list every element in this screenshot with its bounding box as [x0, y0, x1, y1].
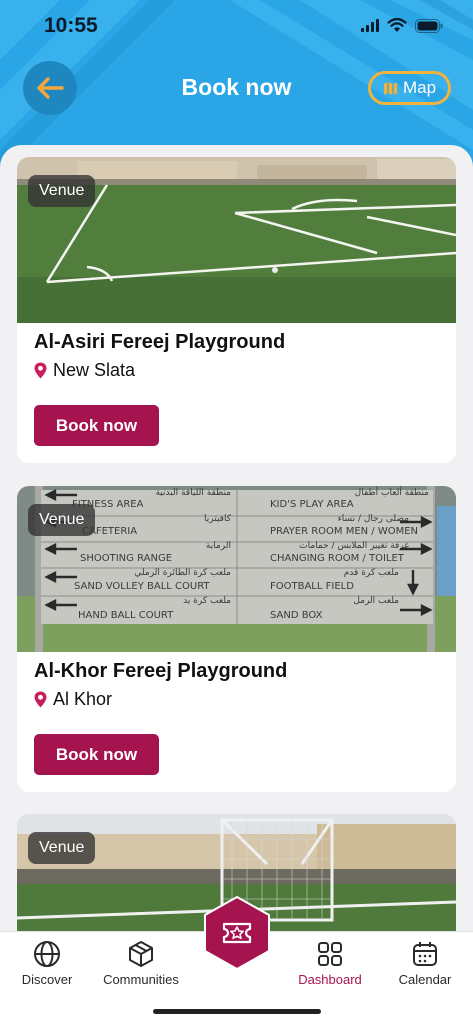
- book-now-button[interactable]: Book now: [34, 734, 159, 775]
- book-now-button[interactable]: Book now: [34, 405, 159, 446]
- venue-title: Al-Asiri Fereej Playground: [34, 331, 286, 353]
- location-pin-icon: [34, 362, 47, 379]
- venue-badge: Venue: [28, 175, 96, 207]
- venue-location-label: Al Khor: [53, 689, 113, 709]
- signal-icon: [361, 19, 379, 32]
- map-icon: [383, 81, 397, 95]
- venue-badge: Venue: [28, 504, 96, 536]
- grid-icon: [318, 942, 342, 966]
- venue-location: Al Khor: [34, 689, 112, 710]
- nav-calendar[interactable]: Calendar: [380, 936, 470, 987]
- status-bar: 10:55: [0, 0, 473, 54]
- calendar-icon: [413, 942, 437, 966]
- venue-list[interactable]: Venue Al-Asiri Fereej Playground New Sla…: [0, 145, 473, 945]
- cube-icon: [129, 941, 153, 967]
- globe-icon: [34, 941, 60, 967]
- nav-dashboard[interactable]: Dashboard: [285, 936, 375, 987]
- nav-label: Calendar: [398, 972, 452, 987]
- venue-badge: Venue: [28, 832, 96, 864]
- nav-label: Discover: [21, 972, 73, 987]
- status-icons: [361, 18, 443, 33]
- status-time: 10:55: [44, 14, 98, 37]
- nav-communities[interactable]: Communities: [96, 936, 186, 987]
- venue-card[interactable]: منطقة اللياقة البدنية منطقة ألعاب أطفال …: [17, 486, 456, 792]
- battery-icon: [415, 18, 443, 33]
- venue-card[interactable]: Venue Al-Asiri Fereej Playground New Sla…: [17, 157, 456, 463]
- location-pin-icon: [34, 691, 47, 708]
- center-action-button[interactable]: [201, 895, 273, 971]
- nav-label: Dashboard: [298, 972, 362, 987]
- map-button-label: Map: [402, 78, 437, 97]
- nav-label: Communities: [103, 972, 179, 987]
- home-indicator: [153, 1009, 321, 1014]
- nav-discover[interactable]: Discover: [2, 936, 92, 987]
- venue-title: Al-Khor Fereej Playground: [34, 660, 288, 682]
- wifi-icon: [387, 18, 407, 32]
- map-button[interactable]: Map: [368, 71, 451, 105]
- venue-location: New Slata: [34, 360, 135, 381]
- venue-location-label: New Slata: [53, 360, 136, 380]
